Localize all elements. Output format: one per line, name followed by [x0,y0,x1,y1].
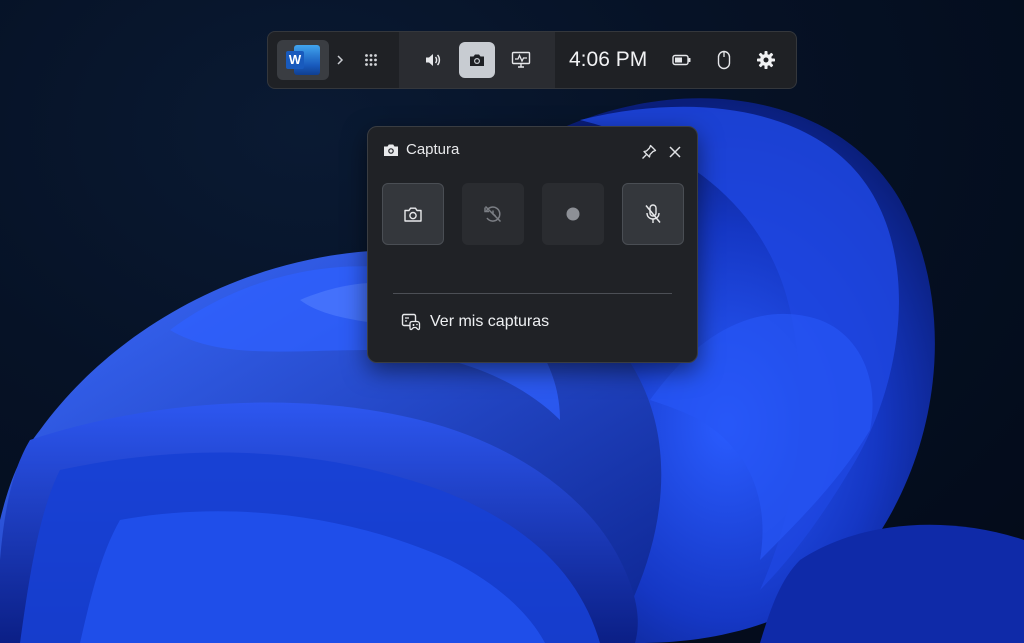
panel-title: Captura [406,141,460,158]
record-dot-icon [566,207,580,221]
expand-button[interactable] [329,40,351,80]
microphone-off-icon [645,204,661,223]
mouse-icon [717,50,731,70]
pin-icon [642,144,657,159]
camera-icon [470,54,484,66]
capture-widget-panel: Captura Ver mis capturas [367,126,698,363]
game-bar: W 4:06 PM [267,31,797,89]
capture-actions [382,183,684,245]
close-button[interactable] [665,142,685,162]
performance-widget-button[interactable] [503,42,539,78]
camera-icon [384,144,398,156]
close-icon [669,146,681,158]
panel-divider [393,293,672,294]
gallery-icon [401,313,421,331]
speaker-icon [426,54,441,66]
mouse-button[interactable] [707,42,741,78]
microphone-toggle-button[interactable] [622,183,684,245]
battery-icon [672,54,691,66]
word-logo-letter: W [286,51,304,69]
panel-header: Captura [383,141,459,158]
grid-icon [365,54,377,66]
system-tray [665,42,783,78]
performance-monitor-icon [511,51,531,68]
view-captures-link[interactable]: Ver mis capturas [401,313,549,331]
record-last-button[interactable] [462,183,524,245]
widget-menu-button[interactable] [351,40,391,80]
capture-widget-button[interactable] [459,42,495,78]
word-icon: W [286,45,320,75]
camera-icon [404,207,422,222]
widget-toolbar [399,32,555,88]
gear-icon [757,51,775,69]
clock: 4:06 PM [569,48,648,71]
app-button-word[interactable]: W [277,40,329,80]
pin-button[interactable] [639,142,659,162]
chevron-right-icon [337,55,344,65]
audio-widget-button[interactable] [415,42,451,78]
screenshot-button[interactable] [382,183,444,245]
start-recording-button[interactable] [542,183,604,245]
view-captures-label: Ver mis capturas [430,313,550,330]
settings-button[interactable] [749,42,783,78]
battery-button[interactable] [665,42,699,78]
record-last-icon [484,205,502,223]
